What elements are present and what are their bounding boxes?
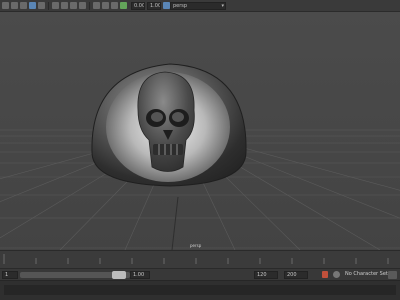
animation-preferences-button[interactable] [388,271,397,279]
character-set-select[interactable]: No Character Set [345,271,388,277]
lasso-tool-icon[interactable] [38,2,45,9]
auto-key-icon[interactable] [322,271,328,278]
timeline-ticks [3,254,389,264]
toolbar-divider [48,2,49,10]
start-time-field[interactable]: 1 [2,271,18,279]
camera-icon[interactable] [93,2,100,9]
timeline[interactable] [0,250,400,268]
perspective-viewport[interactable] [0,12,400,250]
range-slider-handle[interactable] [112,271,126,279]
range-slider-bar: 1 1.00 120 200 No Character Set [0,268,400,280]
range-end-field[interactable]: 120 [254,271,278,279]
snap-grid-icon[interactable] [52,2,59,9]
snap-curve-icon[interactable] [61,2,68,9]
viewport-scene [0,63,400,250]
end-time-field[interactable]: 200 [284,271,308,279]
select-tool-icon[interactable] [29,2,36,9]
color-space-icon[interactable] [163,2,170,9]
skull-model [91,63,247,187]
camera-select[interactable]: persp ▾ [170,2,226,10]
camera-name-label: persp [190,243,202,248]
character-set-icon[interactable] [333,271,340,278]
command-line [0,280,400,300]
open-scene-icon[interactable] [11,2,18,9]
scale-field[interactable]: 1.00 [147,2,161,10]
bookmark-icon[interactable] [111,2,118,9]
snap-view-icon[interactable] [79,2,86,9]
camera-select-value: persp [173,3,188,9]
new-scene-icon[interactable] [2,2,9,9]
toolbar-divider [89,2,90,10]
chevron-down-icon: ▾ [221,3,224,9]
status-toolbar: 0.00 1.00 persp ▾ [0,0,400,12]
command-input[interactable] [4,285,396,295]
snap-point-icon[interactable] [70,2,77,9]
grid-toggle-icon[interactable] [120,2,127,9]
frame-field[interactable]: 0.00 [131,2,145,10]
range-start-field[interactable]: 1.00 [130,271,150,279]
image-plane-icon[interactable] [102,2,109,9]
grid-axis-line [171,196,179,250]
save-scene-icon[interactable] [20,2,27,9]
